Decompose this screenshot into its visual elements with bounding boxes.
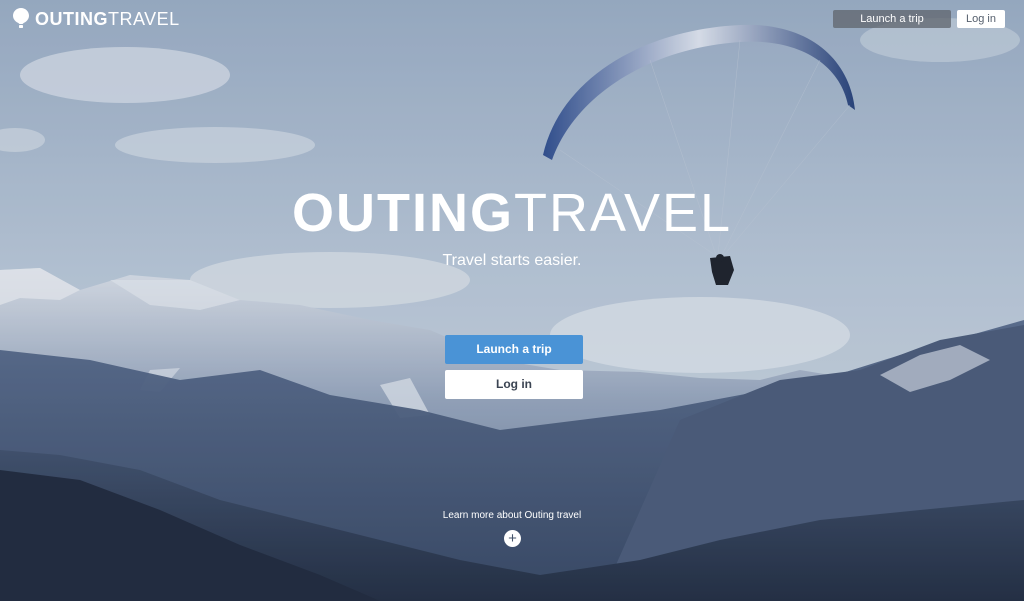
brand-name-bold: OUTING <box>35 8 108 29</box>
nav-login-button[interactable]: Log in <box>957 10 1005 28</box>
hero-tagline: Travel starts easier. <box>442 252 582 269</box>
launch-trip-button[interactable]: Launch a trip <box>445 335 583 364</box>
headline-light: TRAVEL <box>513 183 733 243</box>
hero-section: OUTINGTRAVEL Launch a trip Log in OUTING… <box>0 0 1024 601</box>
nav-launch-trip-button[interactable]: Launch a trip <box>833 10 951 28</box>
brand-logo[interactable]: OUTINGTRAVEL <box>13 8 180 29</box>
balloon-pin-icon <box>13 8 29 28</box>
hero-headline: OUTINGTRAVEL <box>0 183 1024 243</box>
plus-circle-icon[interactable]: + <box>504 530 521 547</box>
learn-more-link[interactable]: Learn more about Outing travel <box>0 509 1024 523</box>
headline-bold: OUTING <box>291 183 514 243</box>
login-button[interactable]: Log in <box>445 370 583 399</box>
brand-name: OUTINGTRAVEL <box>35 9 180 29</box>
brand-name-light: TRAVEL <box>108 8 180 29</box>
